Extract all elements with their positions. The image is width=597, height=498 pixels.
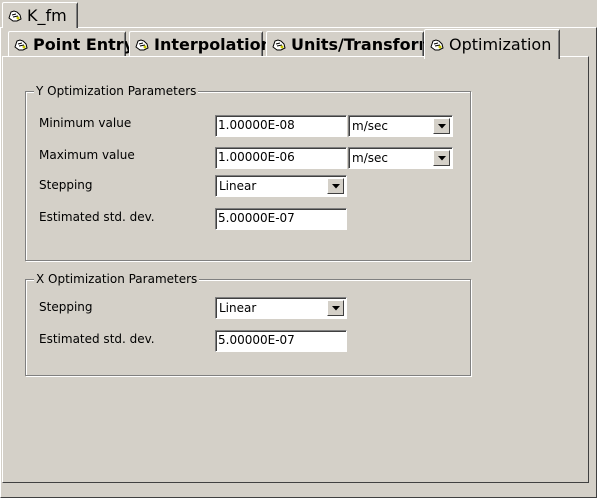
minimum-value-label: Minimum value xyxy=(39,116,132,130)
tab-label: Units/Transform xyxy=(291,35,436,54)
minimum-value-input[interactable]: 1.00000E-08 xyxy=(215,115,347,137)
estimated-std-dev-label: Estimated std. dev. xyxy=(39,210,155,224)
chevron-down-icon xyxy=(332,184,340,189)
y-std-dev-input[interactable]: 5.00000E-07 xyxy=(215,208,347,230)
dropdown-button[interactable] xyxy=(327,300,344,316)
tab-point-entry[interactable]: Point Entry xyxy=(8,31,134,57)
hand-icon xyxy=(14,38,28,50)
maximum-value-label: Maximum value xyxy=(39,148,135,162)
tab-label: K_fm xyxy=(27,6,67,25)
hand-icon xyxy=(135,38,149,50)
stepping-label: Stepping xyxy=(39,178,93,192)
estimated-std-dev-label: Estimated std. dev. xyxy=(39,332,155,346)
tab-units-transform[interactable]: Units/Transform xyxy=(266,31,435,57)
x-stepping-select[interactable]: Linear xyxy=(215,297,347,319)
chevron-down-icon xyxy=(438,124,446,129)
x-optimization-group: X Optimization Parameters Stepping Linea… xyxy=(25,271,471,376)
chevron-down-icon xyxy=(438,156,446,161)
dropdown-button[interactable] xyxy=(327,178,344,194)
group-title: Y Optimization Parameters xyxy=(34,83,199,99)
optimization-panel: Y Optimization Parameters Minimum value … xyxy=(2,56,589,483)
y-optimization-group: Y Optimization Parameters Minimum value … xyxy=(25,83,471,261)
y-stepping-select[interactable]: Linear xyxy=(215,175,347,197)
hand-icon xyxy=(430,38,444,50)
group-title: X Optimization Parameters xyxy=(34,271,200,287)
maximum-unit-select[interactable]: m/sec xyxy=(348,147,453,169)
maximum-value-input[interactable]: 1.00000E-06 xyxy=(215,147,347,169)
dropdown-button[interactable] xyxy=(433,118,450,134)
tab-k-fm[interactable]: K_fm xyxy=(2,2,78,28)
x-std-dev-input[interactable]: 5.00000E-07 xyxy=(215,330,347,352)
minimum-unit-select[interactable]: m/sec xyxy=(348,115,453,137)
chevron-down-icon xyxy=(332,306,340,311)
hand-icon xyxy=(272,38,286,50)
tab-optimization[interactable]: Optimization xyxy=(424,29,560,59)
dropdown-button[interactable] xyxy=(433,150,450,166)
hand-icon xyxy=(8,9,22,21)
stepping-label: Stepping xyxy=(39,300,93,314)
tab-label: Optimization xyxy=(449,35,552,54)
tab-label: Interpolation xyxy=(154,35,272,54)
tab-label: Point Entry xyxy=(33,35,135,54)
tab-interpolation[interactable]: Interpolation xyxy=(129,31,272,57)
